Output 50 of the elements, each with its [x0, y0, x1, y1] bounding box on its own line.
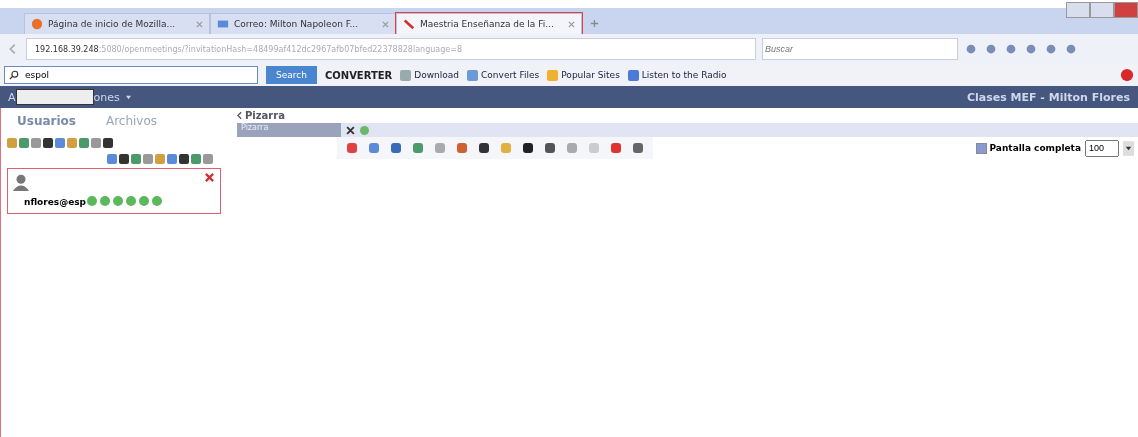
browser-tab[interactable]: Correo: Milton Napoleon F...	[210, 13, 396, 34]
bookmark-link[interactable]: Download	[400, 69, 460, 81]
toolbar-icon[interactable]	[1044, 42, 1058, 56]
back-link[interactable]: Pizarra	[245, 110, 285, 121]
room-title: Clases MEF - Milton Flores	[966, 90, 1130, 104]
search-value: espol	[25, 70, 49, 80]
browser-tab[interactable]: Maestria Enseñanza de la Fi...	[396, 13, 582, 34]
converter-logo[interactable]: CONVERTER	[324, 69, 393, 81]
remove-icon[interactable]	[205, 173, 214, 182]
tool-icon[interactable]	[477, 141, 491, 155]
close-icon[interactable]	[346, 125, 355, 135]
bookmark-link[interactable]: Listen to the Radio	[627, 69, 727, 81]
minimize-button[interactable]	[1066, 2, 1090, 18]
caret-icon[interactable]	[124, 94, 132, 100]
zoom-field[interactable]: 100	[1085, 139, 1119, 157]
bookmark-link[interactable]: Popular Sites	[547, 69, 620, 81]
address-field[interactable]: 192.168.39.248:5080/openmeetings/?invitationHash=48499af412dc2967afb07bfed22378828language=8	[26, 38, 756, 60]
floating-widget[interactable]	[15, 89, 94, 105]
toolbar-icon[interactable]	[964, 42, 978, 56]
browser-tab[interactable]: Página de inicio de Mozilla...	[24, 13, 210, 34]
new-tab-icon[interactable]	[590, 19, 599, 28]
menu-label[interactable]: A	[8, 90, 16, 104]
addon-icon[interactable]	[1120, 68, 1134, 82]
toolbar-icon[interactable]	[1064, 42, 1078, 56]
dropdown-icon[interactable]	[1123, 140, 1134, 156]
toolbar-icon[interactable]	[1004, 42, 1018, 56]
menu-label[interactable]: ones	[93, 90, 120, 104]
toolbar-icon[interactable]	[1024, 42, 1038, 56]
tab-title: Maestria Enseñanza de la Fi...	[420, 19, 555, 29]
fullscreen-checkbox[interactable]: Pantalla completa	[975, 142, 1081, 154]
tool-icon[interactable]	[521, 141, 535, 155]
search-field[interactable]: Buscar	[762, 38, 958, 60]
tab-icon	[403, 18, 415, 30]
tab-title: Correo: Milton Napoleon F...	[234, 19, 360, 29]
maximize-button[interactable]	[1090, 2, 1114, 18]
user-name: nflores@esp	[24, 197, 87, 207]
user-card[interactable]: nflores@esp	[7, 168, 221, 214]
search-field[interactable]: espol	[4, 66, 258, 84]
chevron-icon[interactable]	[237, 111, 242, 120]
bookmark-link[interactable]: Convert Files	[467, 69, 540, 81]
search-icon	[9, 70, 19, 80]
avatar-icon	[12, 173, 30, 191]
search-button[interactable]: Search	[266, 66, 317, 84]
close-button[interactable]	[1114, 2, 1138, 18]
tool-icon[interactable]	[543, 141, 557, 155]
tab-icon	[31, 18, 43, 30]
add-icon[interactable]	[360, 125, 369, 135]
tab-icon	[217, 18, 229, 30]
tab-title: Página de inicio de Mozilla...	[48, 19, 177, 29]
toolbar-icon[interactable]	[984, 42, 998, 56]
